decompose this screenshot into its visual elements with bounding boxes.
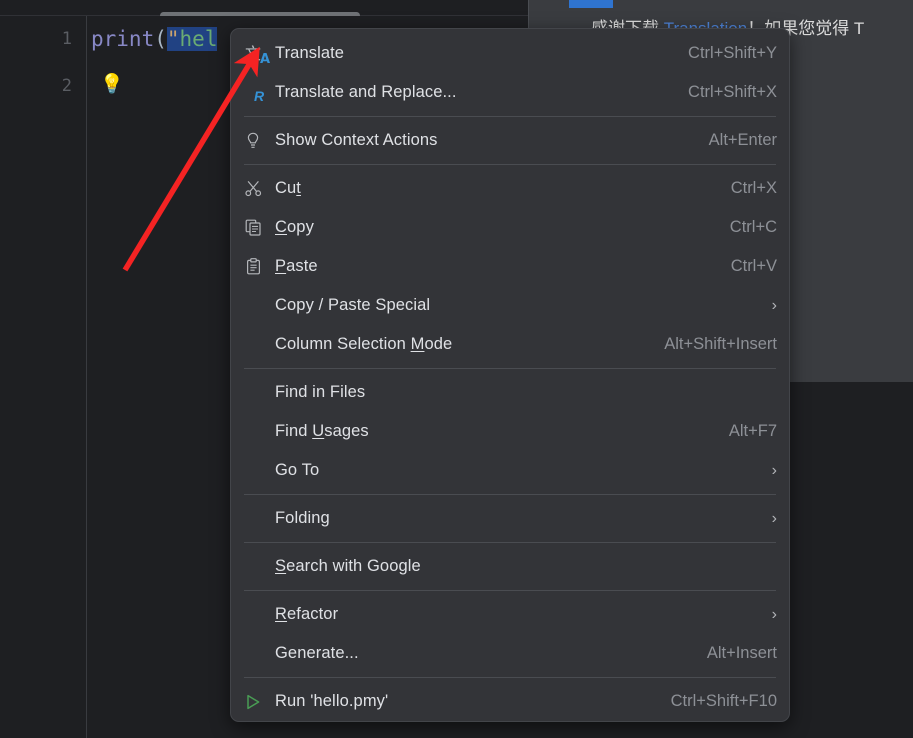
menu-item-cut[interactable]: Cut Ctrl+X [231,169,789,208]
menu-item-label: Show Context Actions [275,131,438,149]
chevron-right-icon: › [771,296,777,314]
menu-item-shortcut: Alt+Enter [708,131,777,149]
bulb-icon[interactable]: 💡 [100,75,124,94]
menu-item-shortcut: Alt+Shift+Insert [664,335,777,353]
code-token-function: print [91,27,155,51]
menu-item-find-in-files[interactable]: Find in Files [231,373,789,412]
clipboard-icon [245,256,275,278]
menu-item-shortcut: Ctrl+V [730,257,777,275]
no-icon [245,556,275,578]
code-token-paren: ( [154,27,167,51]
copy-icon [245,217,275,239]
menu-item-label: Paste [275,257,318,275]
menu-item-label: Run 'hello.pmy' [275,692,389,710]
chevron-right-icon: › [771,605,777,623]
menu-item-label: Go To [275,461,320,479]
lightbulb-icon [245,130,275,152]
translate-icon: 文A [245,43,271,67]
editor-context-menu[interactable]: 文A Translate Ctrl+Shift+Y R Translate and Re… [230,28,790,722]
menu-item-label: Search with Google [275,557,421,575]
menu-item-shortcut: Ctrl+Shift+X [688,83,777,101]
no-icon [245,421,275,443]
no-icon [245,334,275,356]
menu-item-shortcut: Ctrl+Shift+F10 [670,692,777,710]
menu-item-shortcut: Ctrl+C [729,218,777,236]
menu-item-run-hello-pmy[interactable]: Run 'hello.pmy' Ctrl+Shift+F10 [231,682,789,721]
menu-item-shortcut: Alt+F7 [728,422,777,440]
code-token-quote: " [166,27,180,51]
menu-item-label: Find Usages [275,422,369,440]
code-token-selected-string: hel [179,27,218,51]
menu-item-label: Copy [275,218,314,236]
menu-item-label: Translate [275,44,345,62]
menu-item-refactor[interactable]: Refactor › [231,595,789,634]
menu-item-label: Generate... [275,644,359,662]
menu-item-shortcut: Alt+Insert [706,644,777,662]
menu-item-folding[interactable]: Folding › [231,499,789,538]
menu-item-label: Find in Files [275,383,366,401]
menu-separator [244,368,776,369]
menu-item-shortcut: Ctrl+Shift+Y [688,44,777,62]
menu-item-paste[interactable]: Paste Ctrl+V [231,247,789,286]
chevron-right-icon: › [771,461,777,479]
menu-item-label: Cut [275,179,301,197]
no-icon [245,508,275,530]
menu-item-search-with-google[interactable]: Search with Google [231,547,789,586]
menu-separator [244,494,776,495]
menu-separator [244,590,776,591]
menu-item-shortcut: Ctrl+X [730,179,777,197]
run-icon [245,691,275,713]
no-icon [245,295,275,317]
menu-item-label: Translate and Replace... [275,83,457,101]
menu-item-copy[interactable]: Copy Ctrl+C [231,208,789,247]
no-icon [245,382,275,404]
menu-item-translate-and-replace[interactable]: R Translate and Replace... Ctrl+Shift+X [231,73,789,112]
menu-item-copy-paste-special[interactable]: Copy / Paste Special › [231,286,789,325]
menu-separator [244,677,776,678]
panel-accent-bar [569,0,613,8]
chevron-right-icon: › [771,509,777,527]
editor-gutter: 1 2 [0,16,87,738]
menu-item-label: Folding [275,509,330,527]
line-number: 1 [61,29,72,49]
menu-item-label: Copy / Paste Special [275,296,431,314]
menu-separator [244,542,776,543]
menu-separator [244,116,776,117]
no-icon [245,604,275,626]
translate-replace-icon: R [254,87,265,104]
menu-separator [244,164,776,165]
no-icon [245,643,275,665]
no-icon [245,460,275,482]
line-number: 2 [61,76,72,96]
menu-item-generate[interactable]: Generate... Alt+Insert [231,634,789,673]
menu-item-show-context-actions[interactable]: Show Context Actions Alt+Enter [231,121,789,160]
menu-item-label: Refactor [275,605,339,623]
menu-item-translate[interactable]: 文A Translate Ctrl+Shift+Y [231,34,789,73]
menu-item-label: Column Selection Mode [275,335,453,353]
menu-item-column-selection-mode[interactable]: Column Selection Mode Alt+Shift+Insert [231,325,789,364]
menu-item-go-to[interactable]: Go To › [231,451,789,490]
menu-item-find-usages[interactable]: Find Usages Alt+F7 [231,412,789,451]
scissors-icon [245,178,275,200]
